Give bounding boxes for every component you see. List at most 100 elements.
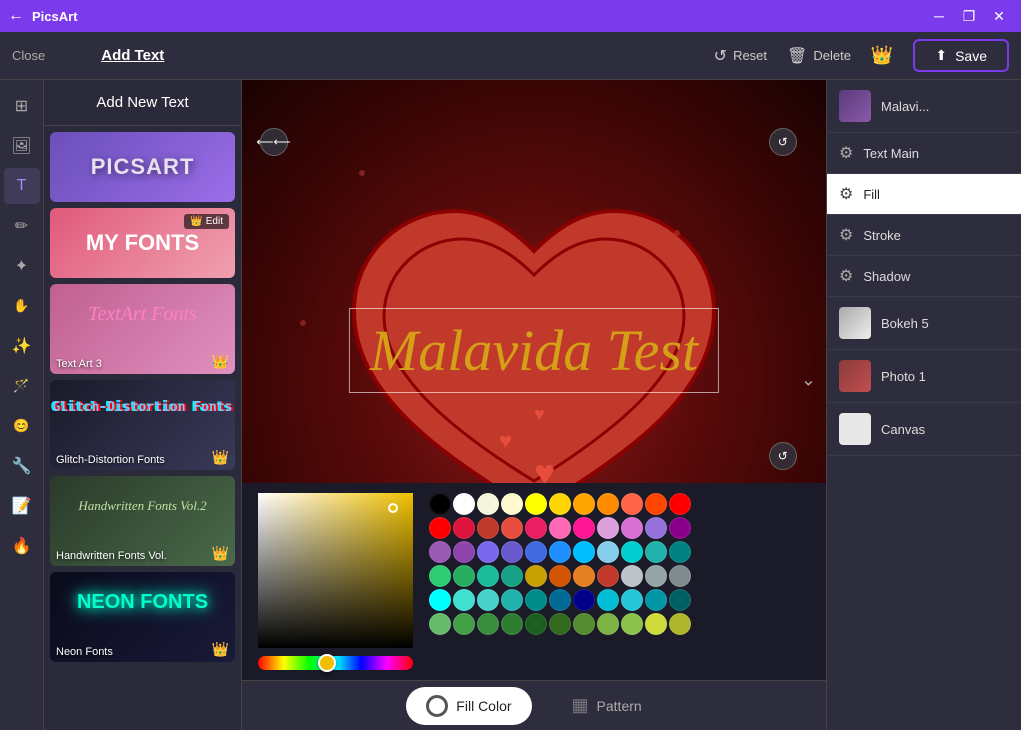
swatch-deeppink[interactable] [573,517,595,539]
draw-tool[interactable]: ✏ [4,208,40,244]
swatch-amethyst[interactable] [429,541,451,563]
delete-button[interactable]: 🗑 Delete [787,46,851,66]
swatch-silver[interactable] [621,565,643,587]
swatch-hotpink[interactable] [549,517,571,539]
swatch-deepskyblue[interactable] [573,541,595,563]
text-tool[interactable]: T [4,168,40,204]
swatch-darkmagenta[interactable] [669,517,691,539]
swatch-olivedrab[interactable] [549,613,571,635]
swatch-slateblue2[interactable] [501,541,523,563]
swatch-cyan[interactable] [429,589,451,611]
swatch-concrete[interactable] [645,565,667,587]
swatch-white[interactable] [453,493,475,515]
swatch-royalblue[interactable] [525,541,547,563]
right-panel-item-photo1[interactable]: Photo 1 [827,350,1021,403]
enhance-tool[interactable]: 🔥 [4,528,40,564]
swatch-lightseagreen2[interactable] [501,589,523,611]
swatch-gold[interactable] [549,493,571,515]
swatch-orchid[interactable] [621,517,643,539]
canvas-rotate-btn[interactable]: ↺ [769,128,797,156]
gradient-picker[interactable] [258,493,413,648]
swatch-darklime[interactable] [669,613,691,635]
swatch-yellow[interactable] [525,493,547,515]
grid-tool[interactable]: ⊞ [4,88,40,124]
swatch-nephritis[interactable] [453,565,475,587]
swatch-darkred[interactable] [477,517,499,539]
reset-button[interactable]: ↺ Reset [714,46,767,66]
swatch-wisteria[interactable] [453,541,475,563]
swatch-darkteal[interactable] [669,589,691,611]
swatch-pink[interactable] [525,517,547,539]
canvas-scroll-down[interactable]: ⌄ [801,370,816,391]
canvas-rotate2-btn[interactable]: ↺ [769,442,797,470]
swatch-emerald[interactable] [429,565,451,587]
right-panel-item-shadow[interactable]: ⚙ Shadow [827,256,1021,297]
swatch-darkblue[interactable] [573,589,595,611]
swatch-lime[interactable] [645,613,667,635]
swatch-skyblue[interactable] [597,541,619,563]
pattern-button[interactable]: ▦ Pattern [552,687,662,724]
swatch-red[interactable] [669,493,691,515]
swatch-asbestos[interactable] [669,565,691,587]
swatch-lemon[interactable] [501,493,523,515]
font-card-myfonts[interactable]: MY FONTS 👑 Edit [50,208,235,278]
font-card-glitch[interactable]: Glitch-Distortion Fonts Glitch-Distortio… [50,380,235,470]
save-button[interactable]: ⬆ Save [913,39,1009,72]
swatch-turquoise[interactable] [453,589,475,611]
right-panel-item-canvas[interactable]: Canvas [827,403,1021,456]
swatch-dodgerblue[interactable] [549,541,571,563]
font-card-handwritten[interactable]: Handwritten Fonts Vol.2 Handwritten Font… [50,476,235,566]
swatch-darkcyan[interactable] [525,589,547,611]
maximize-button[interactable]: ❐ [955,2,983,30]
swatch-red2[interactable] [429,517,451,539]
image-tool[interactable]: 🖼 [4,128,40,164]
minimize-button[interactable]: ─ [925,2,953,30]
swatch-darkgreen[interactable] [477,613,499,635]
hue-slider[interactable] [258,656,413,670]
swatch-darkturquoise[interactable] [621,541,643,563]
settings-tool[interactable]: 🔧 [4,448,40,484]
magic-tool[interactable]: 🪄 [4,368,40,404]
swatch-beige[interactable] [477,493,499,515]
swatch-lightcyan[interactable] [621,589,643,611]
right-panel-item-fill[interactable]: ⚙ Fill [827,174,1021,215]
swatch-forestgreen[interactable] [501,613,523,635]
canvas-back-btn[interactable]: ⟵⟵ [260,128,288,156]
swatch-cerulean[interactable] [597,589,619,611]
erase-tool[interactable]: ✋ [4,288,40,324]
close-button[interactable]: Close [12,48,45,63]
swatch-orange[interactable] [573,493,595,515]
swatch-mediumgreen[interactable] [453,613,475,635]
swatch-lightolive[interactable] [621,613,643,635]
swatch-deepgreen[interactable] [525,613,547,635]
swatch-greensea[interactable] [501,565,523,587]
font-card-textart[interactable]: TextArt Fonts Text Art 3 👑 [50,284,235,374]
swatch-lightseagreen[interactable] [645,541,667,563]
hue-slider-thumb[interactable] [318,654,336,672]
effects-tool[interactable]: ✨ [4,328,40,364]
close-window-button[interactable]: ✕ [985,2,1013,30]
swatch-sunflower[interactable] [525,565,547,587]
swatch-tealblue[interactable] [549,589,571,611]
swatch-pumpkin[interactable] [549,565,571,587]
swatch-mediumpurple[interactable] [645,517,667,539]
text-selection-box[interactable]: Malavida Test [349,308,719,393]
swatch-lightgreen[interactable] [429,613,451,635]
face-tool[interactable]: 😊 [4,408,40,444]
right-panel-item-malavi[interactable]: Malavi... [827,80,1021,133]
swatch-crimson[interactable] [453,517,475,539]
crown-icon[interactable]: 👑 [871,45,893,66]
swatch-greenturquoise[interactable] [477,565,499,587]
edit-badge[interactable]: 👑 Edit [184,214,229,229]
swatch-black[interactable] [429,493,451,515]
swatch-yellowgreen[interactable] [597,613,619,635]
fill-color-button[interactable]: Fill Color [406,687,531,725]
swatch-chartreuse[interactable] [573,613,595,635]
swatch-darkcerulean[interactable] [645,589,667,611]
swatch-teal[interactable] [669,541,691,563]
font-card-picsart[interactable]: PICSART FONTS [50,132,235,202]
swatch-pomegranate[interactable] [597,565,619,587]
swatch-carrot[interactable] [573,565,595,587]
edit-tool[interactable]: 📝 [4,488,40,524]
right-panel-item-bokeh5[interactable]: Bokeh 5 [827,297,1021,350]
